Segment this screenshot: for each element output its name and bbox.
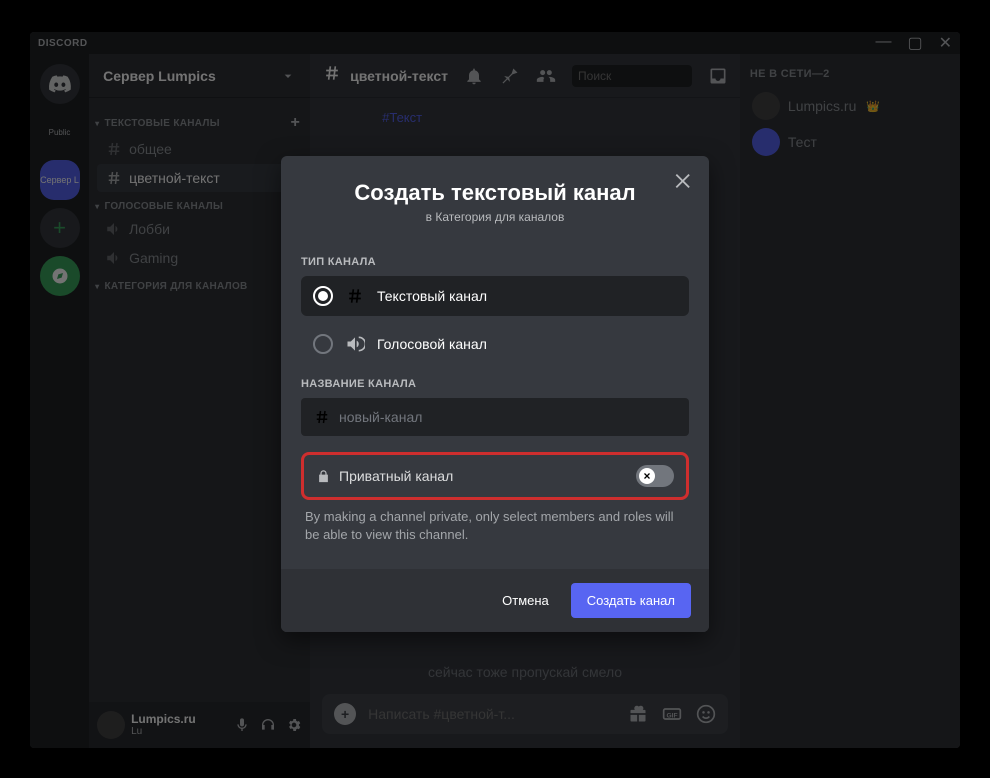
modal-title: Создать текстовый канал <box>301 180 689 206</box>
modal-header: Создать текстовый канал в Категория для … <box>281 156 709 232</box>
private-description: By making a channel private, only select… <box>305 508 685 543</box>
private-label: Приватный канал <box>339 468 453 484</box>
x-icon <box>642 471 652 481</box>
modal-body: ТИП КАНАЛА Текстовый канал Голосовой кан… <box>281 232 709 547</box>
channel-type-label: ТИП КАНАЛА <box>301 256 689 268</box>
private-toggle[interactable] <box>636 465 674 487</box>
app-window: DISCORD — ▢ ✕ Public Сервер L + Сервер L… <box>30 32 960 748</box>
type-option-voice[interactable]: Голосовой канал <box>301 324 689 364</box>
modal-close-button[interactable] <box>673 170 695 197</box>
hash-icon <box>345 286 365 306</box>
create-channel-modal: Создать текстовый канал в Категория для … <box>281 156 709 632</box>
modal-overlay[interactable]: Создать текстовый канал в Категория для … <box>30 32 960 748</box>
channel-name-input[interactable] <box>339 409 677 425</box>
lock-icon <box>316 469 331 484</box>
modal-subtitle: в Категория для каналов <box>301 210 689 224</box>
private-channel-row: Приватный канал <box>301 452 689 500</box>
modal-footer: Отмена Создать канал <box>281 569 709 632</box>
channel-name-label: НАЗВАНИЕ КАНАЛА <box>301 378 689 390</box>
toggle-knob <box>639 468 655 484</box>
close-icon <box>673 170 695 192</box>
create-button[interactable]: Создать канал <box>571 583 691 618</box>
cancel-button[interactable]: Отмена <box>486 583 565 618</box>
type-option-text[interactable]: Текстовый канал <box>301 276 689 316</box>
type-voice-label: Голосовой канал <box>377 336 487 352</box>
radio-icon <box>313 334 333 354</box>
radio-selected-icon <box>313 286 333 306</box>
type-text-label: Текстовый канал <box>377 288 487 304</box>
speaker-icon <box>345 334 365 354</box>
hash-icon <box>313 408 331 426</box>
channel-name-input-wrap <box>301 398 689 436</box>
